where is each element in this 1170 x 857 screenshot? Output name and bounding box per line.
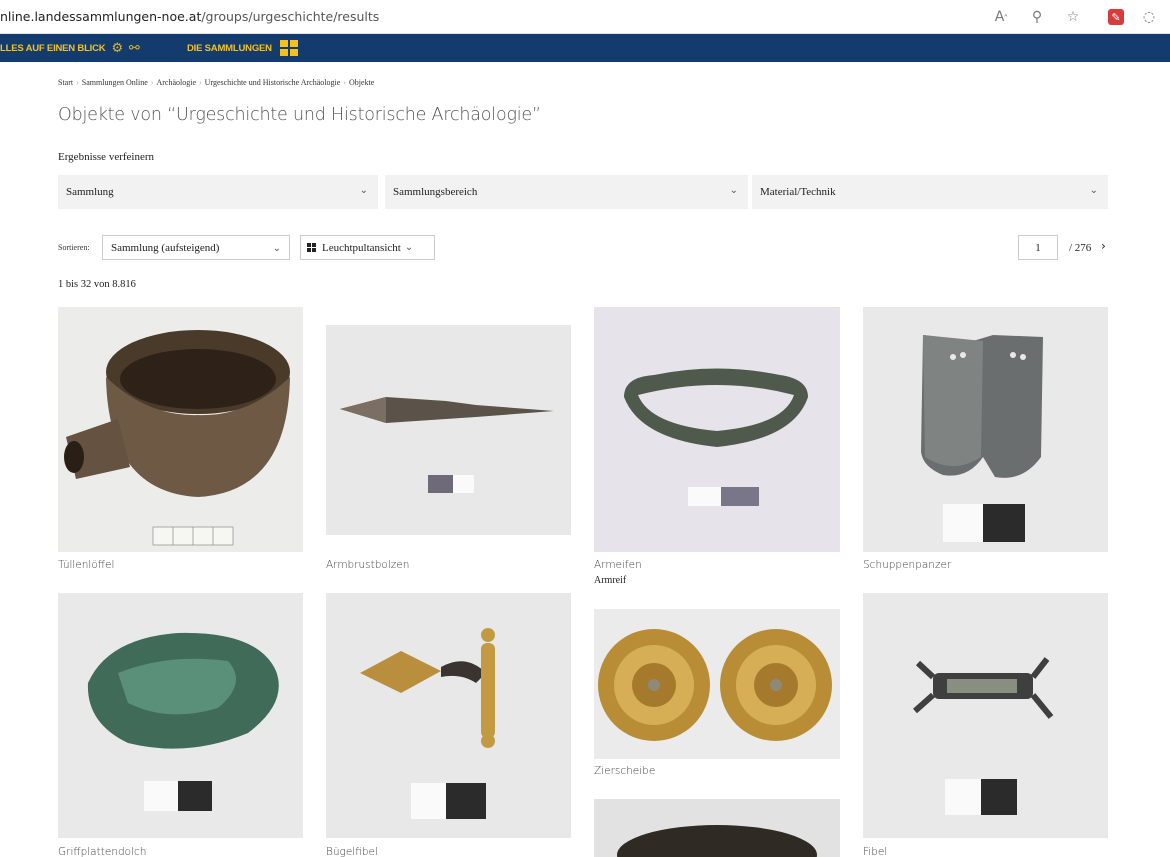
chevron-down-icon: ⌄: [729, 185, 738, 196]
filter-sammlung[interactable]: Sammlung ⌄: [58, 175, 378, 209]
filter-sammlungsbereich-label: Sammlungsbereich: [393, 186, 478, 198]
nav-collections[interactable]: DIE SAMMLUNGEN: [187, 34, 298, 62]
sort-label: Sortieren:: [58, 243, 90, 252]
chevron-down-icon: ⌄: [404, 242, 414, 253]
nav-overview-label: LLES AUF EINEN BLICK: [0, 42, 106, 54]
page-number-input[interactable]: 1: [1018, 235, 1058, 260]
zierscheibe-photo: [594, 609, 840, 759]
item-title-tuellenloeffel[interactable]: Tüllenlöffel: [58, 559, 114, 571]
copilot-icon[interactable]: ◌: [1138, 6, 1160, 28]
breadcrumb-item-archaeology[interactable]: Archäologie: [156, 78, 196, 87]
url-path: /groups/urgeschichte/results: [201, 9, 380, 24]
buegelfibel-photo: [326, 593, 571, 838]
refine-results-label: Ergebnisse verfeinern: [58, 151, 155, 163]
filter-material-technik[interactable]: Material/Technik ⌄: [752, 175, 1108, 209]
schuppenpanzer-photo: [863, 307, 1108, 552]
item-image-buegelfibel[interactable]: [326, 593, 571, 838]
filter-material-technik-label: Material/Technik: [760, 186, 836, 198]
site-navigation-bar: LLES AUF EINEN BLICK ⚙ ⚯ DIE SAMMLUNGEN: [0, 34, 1170, 62]
network-icon: ⚙: [111, 40, 123, 56]
item-image-armeifen[interactable]: [594, 307, 840, 552]
chevron-down-icon: ⌄: [1089, 185, 1098, 196]
sort-select-value: Sammlung (aufsteigend): [111, 241, 220, 254]
page-title: Objekte von “Urgeschichte und Historisch…: [58, 105, 541, 125]
sort-select[interactable]: Sammlung (aufsteigend) ⌄: [102, 235, 290, 260]
item-title-schuppenpanzer[interactable]: Schuppenpanzer: [863, 559, 951, 571]
item-title-armeifen[interactable]: Armeifen: [594, 559, 642, 571]
next-page-button[interactable]: ›: [1101, 239, 1106, 253]
browser-address-bar: nline.landessammlungen-noe.at/groups/urg…: [0, 0, 1170, 34]
chevron-down-icon: ⌄: [272, 243, 281, 254]
filter-sammlung-label: Sammlung: [66, 186, 114, 198]
griffplattendolch-photo: [58, 593, 303, 838]
graph-icon: ⚯: [128, 40, 140, 56]
breadcrumb-separator: ›: [343, 78, 346, 87]
zoom-icon[interactable]: ⚲: [1026, 6, 1048, 28]
item-image-armbrustbolzen[interactable]: [326, 325, 571, 535]
breadcrumb: Start › Sammlungen Online › Archäologie › Urge…: [58, 78, 374, 87]
result-count: 1 bis 32 von 8.816: [58, 279, 136, 290]
chevron-down-icon: ⌄: [359, 185, 368, 196]
nav-overview[interactable]: LLES AUF EINEN BLICK ⚙ ⚯: [0, 34, 140, 62]
view-mode-select[interactable]: Leuchtpultansicht ⌄: [300, 235, 435, 260]
url-host: nline.landessammlungen-noe.at: [0, 9, 202, 24]
item-title-armbrustbolzen[interactable]: Armbrustbolzen: [326, 559, 409, 571]
lightbox-grid-icon: [307, 243, 316, 252]
item-title-fibel[interactable]: Fibel: [863, 846, 887, 857]
armeifen-photo: [594, 307, 840, 552]
item-title-zierscheibe[interactable]: Zierscheibe: [594, 765, 655, 777]
breadcrumb-item-start[interactable]: Start: [58, 78, 73, 87]
item-image-fibel[interactable]: [863, 593, 1108, 838]
item-image-zierscheibe[interactable]: [594, 609, 840, 759]
item-image-partial[interactable]: [594, 799, 840, 857]
item-image-schuppenpanzer[interactable]: [863, 307, 1108, 552]
item-title-buegelfibel[interactable]: Bügelfibel: [326, 846, 378, 857]
breadcrumb-separator: ›: [199, 78, 202, 87]
browser-toolbar-icons: Aᴬ ⚲ ☆ ✎ ◌: [990, 6, 1160, 28]
nav-collections-label: DIE SAMMLUNGEN: [187, 42, 272, 54]
breadcrumb-item-prehistory[interactable]: Urgeschichte und Historische Archäologie: [205, 78, 341, 87]
armbrustbolzen-photo: [326, 325, 571, 535]
url-field[interactable]: nline.landessammlungen-noe.at/groups/urg…: [0, 9, 379, 24]
item-title-griffplattendolch[interactable]: Griffplattendolch: [58, 846, 146, 857]
view-mode-value: Leuchtpultansicht: [322, 241, 401, 254]
collections-grid-icon: [279, 40, 298, 56]
partial-object-photo: [594, 799, 840, 857]
fibel-photo: [863, 593, 1108, 838]
breadcrumb-item-objects: Objekte: [348, 78, 375, 87]
breadcrumb-item-collections[interactable]: Sammlungen Online: [82, 78, 148, 87]
breadcrumb-separator: ›: [76, 78, 79, 87]
tuellenloeffel-photo: [58, 307, 303, 552]
page-total: / 276: [1069, 242, 1092, 254]
favorite-star-icon[interactable]: ☆: [1062, 6, 1084, 28]
filter-sammlungsbereich[interactable]: Sammlungsbereich ⌄: [385, 175, 748, 209]
breadcrumb-separator: ›: [150, 78, 154, 87]
item-image-griffplattendolch[interactable]: [58, 593, 303, 838]
extension-icon[interactable]: ✎: [1108, 9, 1124, 25]
item-image-tuellenloeffel[interactable]: [58, 307, 303, 552]
item-subtitle-armeifen: Armreif: [594, 575, 627, 586]
read-aloud-icon[interactable]: Aᴬ: [990, 6, 1012, 28]
